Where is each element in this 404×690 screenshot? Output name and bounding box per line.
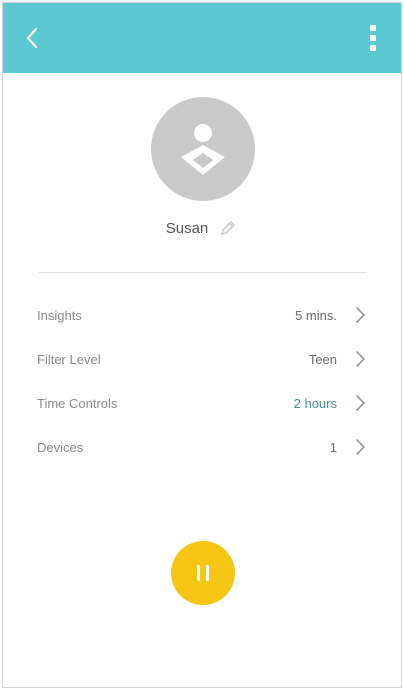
person-icon	[181, 124, 225, 175]
settings-list: Insights 5 mins. Filter Level Teen Time …	[3, 293, 401, 469]
profile-name-row: Susan	[3, 216, 401, 240]
chevron-right-icon	[353, 437, 367, 457]
pencil-icon	[221, 221, 236, 235]
row-label: Devices	[37, 439, 84, 455]
avatar[interactable]	[151, 97, 255, 201]
row-value: 5 mins.	[295, 307, 337, 323]
row-value: Teen	[308, 351, 337, 367]
row-label: Filter Level	[37, 351, 101, 367]
pause-button[interactable]	[171, 541, 235, 605]
row-insights[interactable]: Insights 5 mins.	[3, 293, 401, 337]
chevron-left-icon	[26, 27, 38, 49]
row-value: 2 hours	[293, 395, 337, 411]
profile-name: Susan	[165, 219, 209, 237]
edit-name-button[interactable]	[218, 218, 238, 238]
row-label: Time Controls	[37, 395, 118, 411]
chevron-right-icon	[353, 305, 367, 325]
row-time-controls[interactable]: Time Controls 2 hours	[3, 381, 401, 425]
more-options-button[interactable]	[363, 21, 383, 55]
top-app-bar	[3, 3, 401, 73]
pause-icon	[197, 565, 209, 581]
divider	[39, 272, 367, 273]
chevron-right-icon	[353, 393, 367, 413]
row-filter-level[interactable]: Filter Level Teen	[3, 337, 401, 381]
row-label: Insights	[37, 307, 82, 323]
chevron-right-icon	[353, 349, 367, 369]
more-vertical-icon	[370, 25, 376, 51]
row-devices[interactable]: Devices 1	[3, 425, 401, 469]
row-value: 1	[329, 439, 337, 455]
app-screen: Susan Insights 5 mins. Filter Level Teen…	[2, 2, 402, 688]
back-button[interactable]	[17, 23, 47, 53]
